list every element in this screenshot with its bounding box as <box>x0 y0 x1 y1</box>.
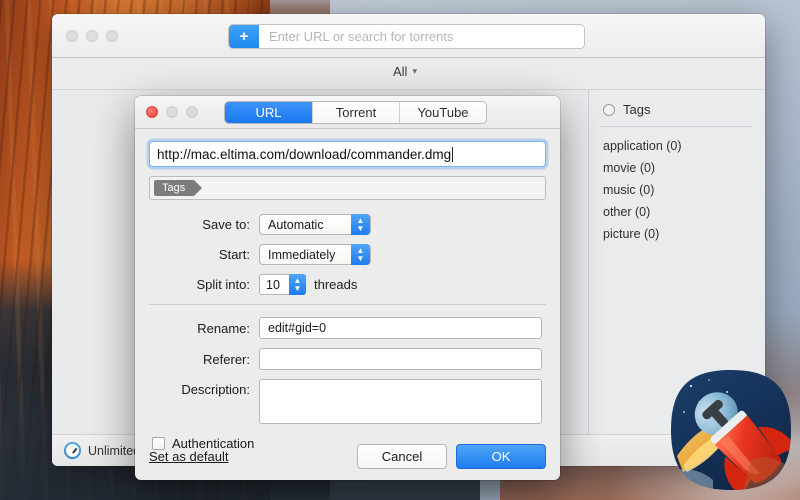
split-into-label: Split into: <box>196 277 250 292</box>
dialog-titlebar: URL Torrent YouTube <box>135 96 560 129</box>
filter-all-label: All <box>393 64 408 79</box>
chevron-updown-icon: ▲ ▼ <box>351 214 370 235</box>
save-to-label: Save to: <box>202 217 250 232</box>
tags-sidebar-header[interactable]: Tags <box>589 102 765 126</box>
sidebar-item-other[interactable]: other (0) <box>589 201 765 223</box>
start-value: Immediately <box>268 247 336 262</box>
circle-icon <box>603 103 615 116</box>
filter-bar: All ▾ <box>52 58 765 90</box>
main-titlebar: + <box>52 14 765 58</box>
url-input-value: http://mac.eltima.com/download/commander… <box>157 146 452 162</box>
dialog-footer: Set as default Cancel OK <box>135 433 560 480</box>
dialog-zoom-button-icon <box>186 106 198 118</box>
referer-label: Referer: <box>203 351 250 367</box>
speedometer-icon[interactable] <box>64 442 81 459</box>
dialog-tab-bar: URL Torrent YouTube <box>225 102 486 123</box>
stepper-updown-icon[interactable]: ▲ ▼ <box>289 274 306 295</box>
filter-all-dropdown[interactable]: All ▾ <box>393 64 417 79</box>
text-caret <box>452 146 454 162</box>
close-button-icon[interactable] <box>66 29 78 42</box>
sidebar-item-movie[interactable]: movie (0) <box>589 157 765 179</box>
speed-limit-label: Unlimited <box>88 443 141 458</box>
start-row: Start: Immediately ▲ ▼ <box>149 244 546 265</box>
set-as-default-link[interactable]: Set as default <box>149 449 229 464</box>
url-input[interactable]: http://mac.eltima.com/download/commander… <box>149 141 546 167</box>
tab-torrent[interactable]: Torrent <box>312 102 399 123</box>
start-label: Start: <box>218 247 250 262</box>
ok-button[interactable]: OK <box>456 444 546 469</box>
description-row: Description: <box>149 379 546 424</box>
toolbar-search-group: + <box>229 25 584 48</box>
rocket-app-icon <box>671 370 791 490</box>
referer-row: Referer: <box>149 348 546 370</box>
add-download-button[interactable]: + <box>229 25 259 48</box>
minimize-button-icon[interactable] <box>86 29 98 42</box>
rename-value: edit#gid=0 <box>268 321 327 335</box>
search-input[interactable] <box>259 25 584 48</box>
save-to-value: Automatic <box>268 217 324 232</box>
save-to-row: Save to: Automatic ▲ ▼ <box>149 214 546 235</box>
sidebar-item-application[interactable]: application (0) <box>589 135 765 157</box>
threads-suffix-label: threads <box>314 277 358 292</box>
tags-header-label: Tags <box>623 102 651 117</box>
dialog-tags-input[interactable]: Tags <box>149 176 546 200</box>
window-traffic-lights[interactable] <box>66 29 118 42</box>
cancel-button[interactable]: Cancel <box>357 444 447 469</box>
tab-url[interactable]: URL <box>225 102 312 123</box>
threads-stepper[interactable]: 10 ▲ ▼ <box>259 274 306 295</box>
description-textarea[interactable] <box>259 379 542 424</box>
sidebar-item-music[interactable]: music (0) <box>589 179 765 201</box>
tags-divider <box>601 126 753 127</box>
split-into-group: 10 ▲ ▼ threads <box>259 274 357 295</box>
rename-row: Rename: edit#gid=0 <box>149 317 546 339</box>
rename-label: Rename: <box>197 320 250 336</box>
rename-input[interactable]: edit#gid=0 <box>259 317 542 339</box>
dialog-body: http://mac.eltima.com/download/commander… <box>135 129 560 451</box>
start-select[interactable]: Immediately ▲ ▼ <box>259 244 371 265</box>
dialog-close-button-icon[interactable] <box>146 106 158 118</box>
chevron-updown-icon: ▲ ▼ <box>351 244 370 265</box>
dialog-form: Save to: Automatic ▲ ▼ Start: Immediately… <box>149 214 546 424</box>
sidebar-item-picture[interactable]: picture (0) <box>589 223 765 245</box>
dialog-traffic-lights[interactable] <box>146 106 198 118</box>
tags-token[interactable]: Tags <box>154 180 203 196</box>
save-to-select[interactable]: Automatic ▲ ▼ <box>259 214 371 235</box>
add-download-dialog: URL Torrent YouTube http://mac.eltima.co… <box>135 96 560 480</box>
desktop: + All ▾ Tags application (0) movie (0) m… <box>0 0 800 500</box>
chevron-down-icon: ▾ <box>412 66 417 76</box>
dialog-minimize-button-icon <box>166 106 178 118</box>
referer-input[interactable] <box>259 348 542 370</box>
threads-value: 10 <box>266 277 280 292</box>
split-into-row: Split into: 10 ▲ ▼ threads <box>149 274 546 295</box>
tab-youtube[interactable]: YouTube <box>399 102 486 123</box>
description-label: Description: <box>181 382 250 397</box>
zoom-button-icon[interactable] <box>106 29 118 42</box>
form-divider <box>149 304 546 305</box>
